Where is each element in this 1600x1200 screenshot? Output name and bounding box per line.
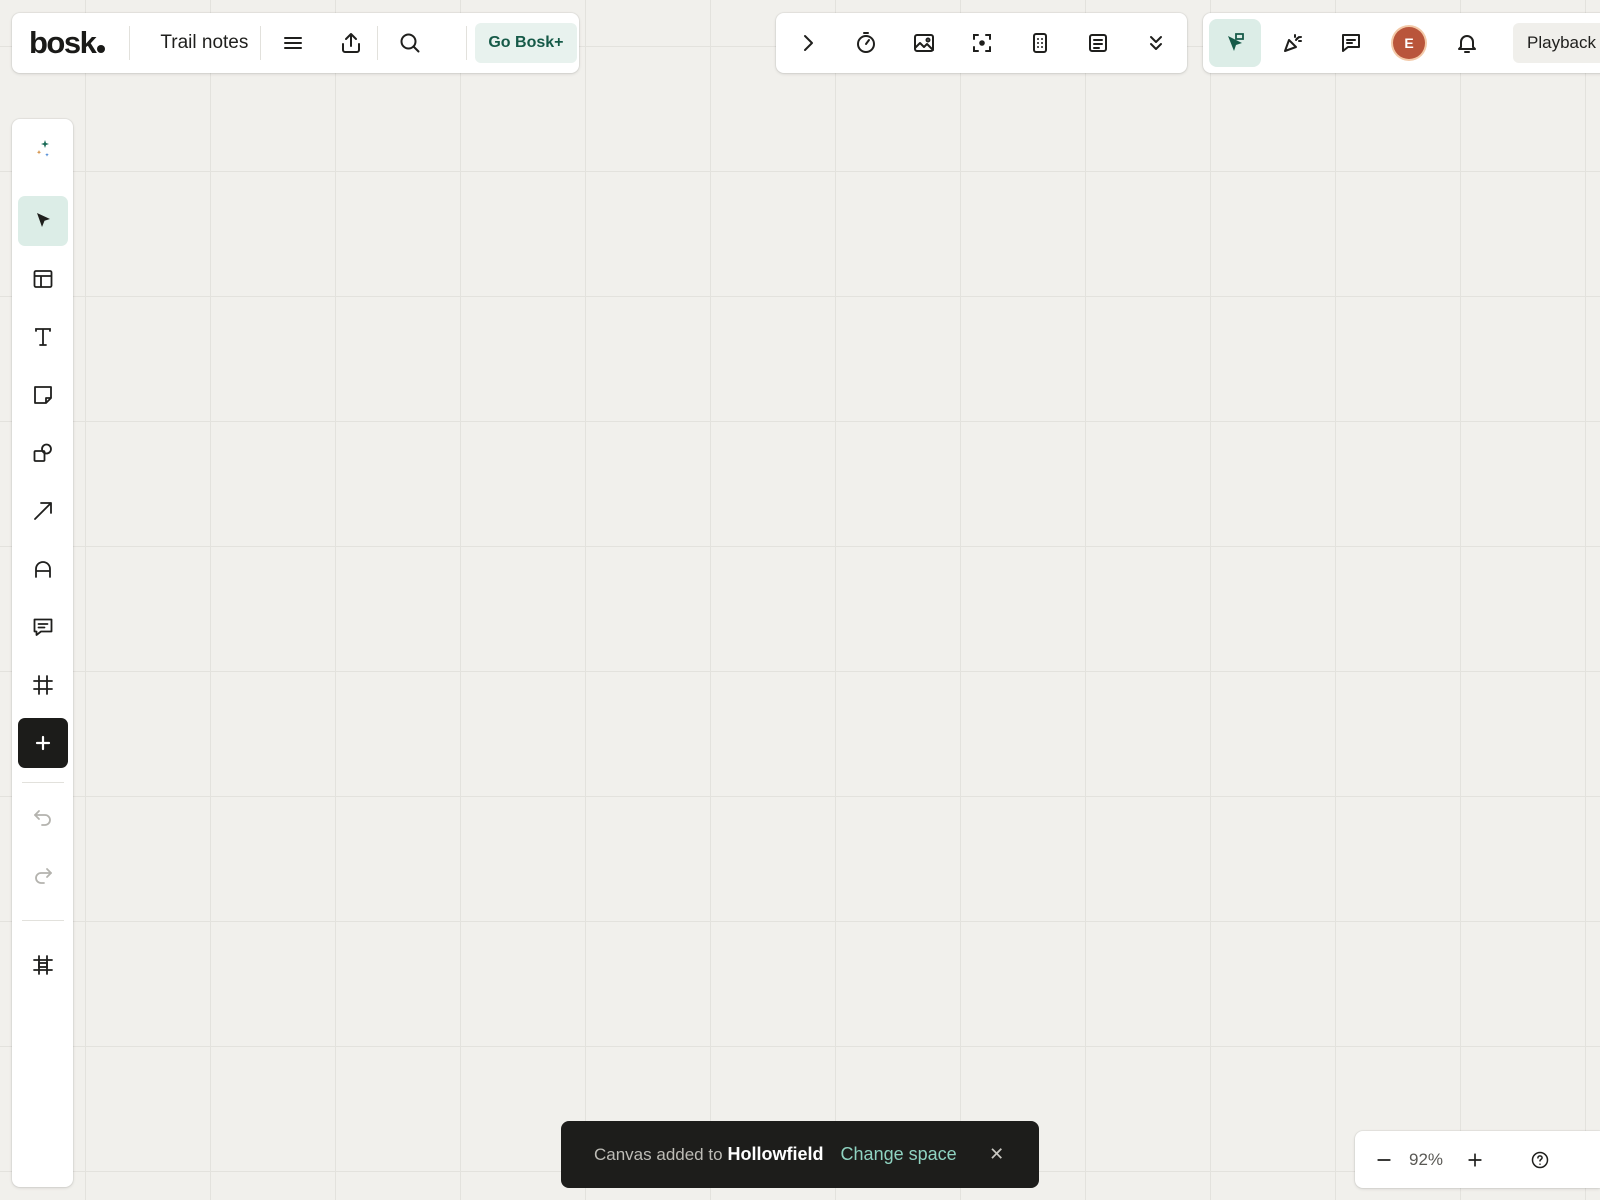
text-icon — [34, 328, 51, 346]
template-tool[interactable] — [18, 254, 68, 304]
chevron-right-icon — [804, 35, 813, 51]
comment-icon — [1342, 34, 1360, 52]
add-more-tool[interactable] — [17, 718, 68, 768]
divider — [260, 26, 262, 60]
layout-template-icon — [33, 270, 52, 288]
playback-button[interactable]: Playback — [1513, 23, 1600, 63]
calculator-icon — [1033, 33, 1047, 53]
timer-icon — [857, 32, 875, 53]
calculator-button[interactable] — [1014, 19, 1066, 67]
party-popper-icon — [1284, 34, 1302, 52]
board-title[interactable]: Trail notes — [150, 32, 260, 54]
frame-hash-icon — [32, 675, 53, 695]
logo-text: bosk — [29, 25, 97, 60]
divider — [21, 920, 64, 921]
divider — [21, 782, 64, 783]
redo-icon — [34, 868, 52, 884]
divider — [377, 26, 379, 60]
cursor-flag-icon — [1228, 33, 1244, 51]
collaborator-avatar-button[interactable]: E — [1383, 19, 1435, 67]
undo-button[interactable] — [18, 792, 68, 842]
board-tools-bar — [776, 13, 1187, 73]
space-toast: Canvas added to Hollowfield Change space… — [561, 1121, 1039, 1188]
zoom-level[interactable]: 92% — [1403, 1150, 1449, 1170]
pen-arch-icon — [34, 561, 51, 578]
focus-button[interactable] — [956, 19, 1008, 67]
double-chevron-down-icon — [1150, 36, 1162, 50]
minus-icon — [1377, 1158, 1391, 1161]
zoom-controls: 92% — [1355, 1131, 1600, 1188]
document-icon — [1089, 34, 1107, 52]
main-menu-button[interactable] — [267, 19, 319, 67]
comment-icon — [33, 618, 52, 636]
bosk-logo[interactable]: bosk — [29, 25, 106, 61]
select-tool[interactable] — [17, 196, 68, 246]
comment-tool[interactable] — [18, 602, 68, 652]
toast-space-name: Hollowfield — [727, 1144, 824, 1164]
focus-frame-icon — [973, 34, 991, 52]
sticky-note-tool[interactable] — [18, 370, 68, 420]
comments-button[interactable] — [1325, 19, 1377, 67]
divider — [129, 26, 131, 60]
shapes-tool[interactable] — [18, 428, 68, 478]
divider — [466, 26, 468, 60]
image-button[interactable] — [898, 19, 950, 67]
redo-button[interactable] — [18, 850, 68, 900]
notifications-button[interactable] — [1441, 19, 1493, 67]
cursor-arrow-icon — [36, 213, 50, 227]
hamburger-menu-icon — [284, 37, 303, 49]
celebrate-button[interactable] — [1267, 19, 1319, 67]
pen-tool[interactable] — [18, 544, 68, 594]
upload-share-icon — [342, 33, 361, 53]
shapes-icon — [33, 443, 52, 462]
timer-button[interactable] — [840, 19, 892, 67]
upgrade-button[interactable]: Go Bosk+ — [475, 23, 577, 63]
undo-icon — [33, 810, 51, 826]
bell-icon — [1458, 35, 1476, 53]
connector-tool[interactable] — [18, 486, 68, 536]
frames-panel-button[interactable] — [18, 940, 68, 990]
toast-message: Canvas added to — [594, 1144, 723, 1164]
plus-icon — [35, 735, 50, 751]
sparkle-icon — [36, 140, 49, 157]
help-circle-icon — [1531, 1151, 1549, 1168]
sticky-note-icon — [33, 386, 52, 404]
ai-assist-tool[interactable] — [18, 124, 68, 174]
board-header: bosk Trail notes Go Bosk+ — [12, 13, 579, 73]
follow-cursor-button[interactable] — [1209, 19, 1261, 67]
collaboration-bar: E Playback — [1203, 13, 1600, 73]
tool-sidebar — [12, 119, 73, 1187]
notes-button[interactable] — [1072, 19, 1124, 67]
frames-list-icon — [32, 955, 53, 975]
zoom-out-button[interactable] — [1365, 1141, 1403, 1179]
zoom-in-button[interactable] — [1456, 1141, 1494, 1179]
arrow-diagonal-icon — [33, 502, 52, 520]
text-tool[interactable] — [18, 312, 68, 362]
image-icon — [914, 34, 934, 52]
avatar: E — [1393, 27, 1425, 59]
search-button[interactable] — [384, 19, 436, 67]
help-button[interactable] — [1521, 1141, 1559, 1179]
change-space-link[interactable]: Change space — [841, 1144, 957, 1165]
search-icon — [400, 33, 420, 53]
frame-tool[interactable] — [18, 660, 68, 710]
plus-icon — [1468, 1152, 1482, 1167]
logo-dot — [97, 45, 106, 53]
share-button[interactable] — [325, 19, 377, 67]
expand-tools-button[interactable] — [782, 19, 834, 67]
toast-close-icon[interactable]: ✕ — [987, 1144, 1007, 1165]
more-tools-button[interactable] — [1130, 19, 1182, 67]
